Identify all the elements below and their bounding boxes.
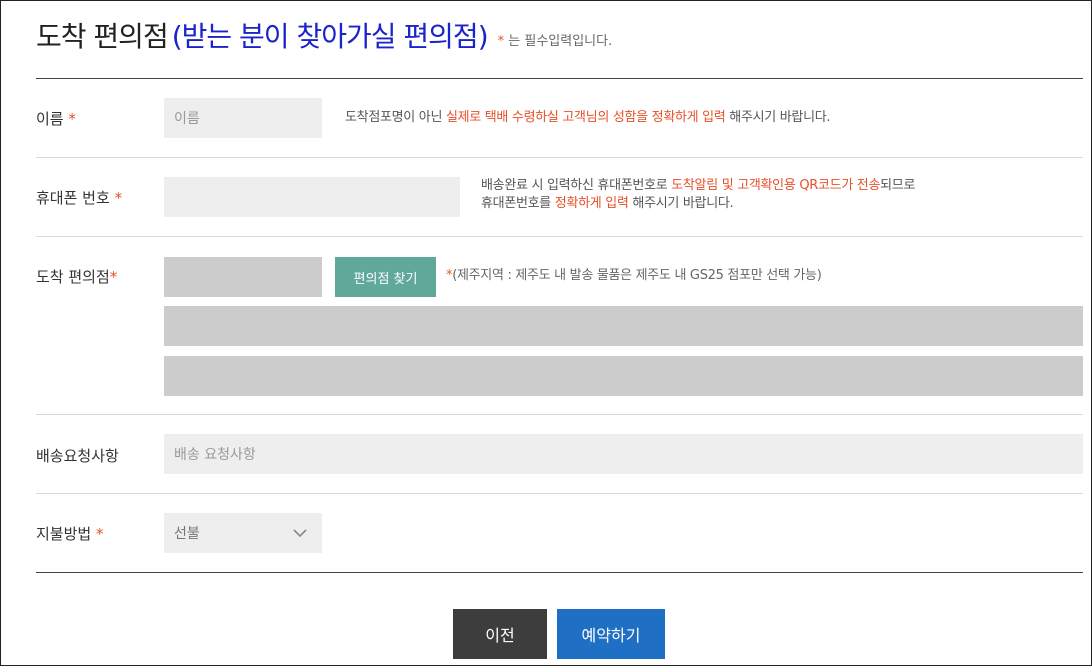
- name-desc-text: 도착점포명이 아닌: [345, 110, 446, 125]
- chevron-down-icon: [292, 525, 308, 541]
- name-input[interactable]: 이름: [164, 98, 322, 138]
- payment-method-select[interactable]: 선불: [164, 513, 322, 553]
- phone-desc-text: 배송완료 시 입력하신 휴대폰번호로: [481, 178, 672, 193]
- phone-label-text: 휴대폰 번호: [36, 189, 110, 207]
- page-title: 도착 편의점: [36, 20, 169, 53]
- store-detail-field[interactable]: [164, 356, 1083, 396]
- phone-desc-line-2: 휴대폰번호를 정확하게 입력 해주시기 바랍니다.: [481, 195, 915, 213]
- name-description: 도착점포명이 아닌 실제로 택배 수령하실 고객님의 성함을 정확하게 입력 해…: [345, 109, 831, 127]
- name-label-text: 이름: [36, 110, 64, 128]
- phone-desc-highlight-2: 정확하게 입력: [554, 196, 629, 211]
- row-divider: [36, 157, 1083, 158]
- payment-required-mark: *: [95, 525, 104, 543]
- required-note: * 는 필수입력입니다.: [498, 30, 613, 49]
- find-store-button[interactable]: 편의점 찾기: [335, 257, 436, 297]
- store-note-text: (제주지역 : 제주도 내 발송 물품은 제주도 내 GS25 점포만 선택 가…: [452, 268, 822, 283]
- phone-desc-line-1: 배송완료 시 입력하신 휴대폰번호로 도착알림 및 고객확인용 QR코드가 전송…: [481, 177, 915, 195]
- store-required-mark: *: [109, 268, 118, 286]
- page-header: 도착 편의점 (받는 분이 찾아가실 편의점) * 는 필수입력입니다.: [36, 11, 612, 59]
- reserve-button[interactable]: 예약하기: [557, 609, 665, 659]
- store-label: 도착 편의점*: [36, 266, 117, 287]
- request-label: 배송요청사항: [36, 447, 119, 465]
- name-input-placeholder: 이름: [174, 111, 200, 127]
- request-input-placeholder: 배송 요청사항: [174, 447, 256, 463]
- phone-desc-highlight: 도착알림 및 고객확인용 QR코드가 전송: [671, 178, 881, 193]
- phone-desc-text-2: 휴대폰번호를: [481, 196, 555, 211]
- row-divider: [36, 414, 1083, 415]
- delivery-request-input[interactable]: 배송 요청사항: [164, 434, 1083, 474]
- page-subtitle: (받는 분이 찾아가실 편의점): [171, 20, 489, 53]
- store-region-note: *(제주지역 : 제주도 내 발송 물품은 제주도 내 GS25 점포만 선택 …: [446, 267, 822, 285]
- payment-label: 지불방법 *: [36, 523, 103, 544]
- name-required-mark: *: [68, 110, 76, 128]
- phone-label: 휴대폰 번호 *: [36, 187, 122, 208]
- store-label-text: 도착 편의점: [36, 268, 110, 286]
- phone-input[interactable]: [164, 177, 460, 217]
- header-divider: [36, 78, 1083, 79]
- payment-label-text: 지불방법: [36, 525, 92, 543]
- row-divider: [36, 236, 1083, 237]
- footer-divider: [36, 572, 1083, 573]
- phone-description: 배송완료 시 입력하신 휴대폰번호로 도착알림 및 고객확인용 QR코드가 전송…: [481, 177, 915, 213]
- phone-required-mark: *: [114, 189, 123, 207]
- name-desc-tail: 해주시기 바랍니다.: [725, 110, 831, 125]
- prev-button[interactable]: 이전: [453, 609, 547, 659]
- phone-desc-tail: 되므로: [880, 178, 916, 193]
- phone-desc-tail-2: 해주시기 바랍니다.: [628, 196, 734, 211]
- required-mark: *: [497, 33, 505, 49]
- store-name-field[interactable]: [164, 257, 322, 297]
- payment-selected-value: 선불: [174, 526, 200, 542]
- name-desc-highlight: 실제로 택배 수령하실 고객님의 성함을 정확하게 입력: [445, 110, 726, 125]
- name-label: 이름 *: [36, 108, 76, 129]
- store-address-field[interactable]: [164, 306, 1083, 346]
- reservation-form: 도착 편의점 (받는 분이 찾아가실 편의점) * 는 필수입력입니다. 이름 …: [0, 0, 1092, 666]
- row-divider: [36, 493, 1083, 494]
- required-note-text: 는 필수입력입니다.: [508, 33, 613, 49]
